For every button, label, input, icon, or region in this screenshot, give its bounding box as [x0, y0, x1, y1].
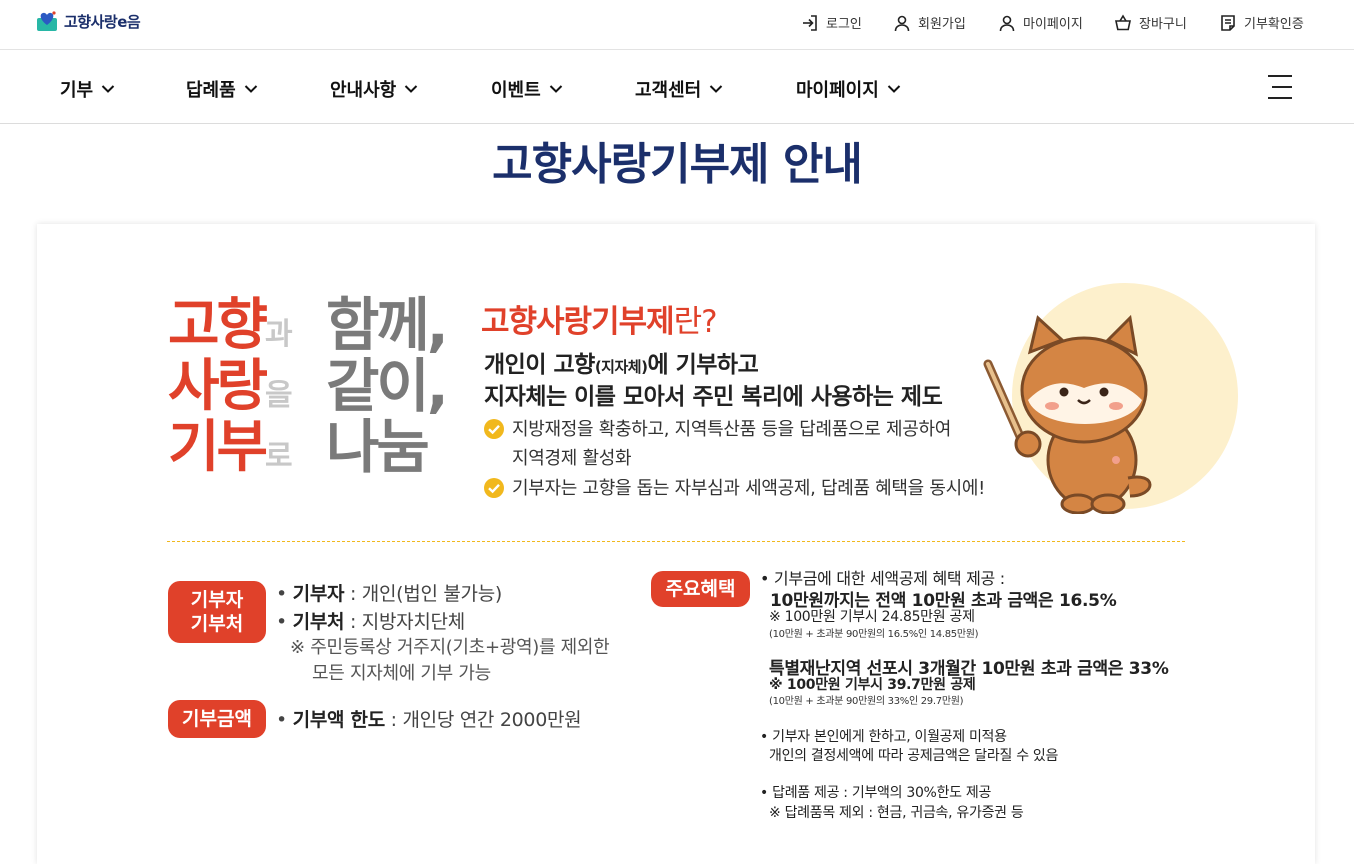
check-circle-icon [484, 419, 504, 439]
benefit-2-small: (10만원 + 초과분 90만원의 33%인 29.7만원) [769, 696, 964, 707]
mypage-label: 마이페이지 [1023, 17, 1083, 32]
mypage-link[interactable]: 마이페이지 [998, 13, 1083, 32]
nav-item-label: 고객센터 [635, 80, 702, 101]
menu-icon[interactable] [1266, 73, 1294, 101]
intro-bullet-1: 지방재정을 확충하고, 지역특산품 등을 답례품으로 제공하여 지역경제 활성화 [484, 415, 951, 473]
slogan-line-1: 고향과 [168, 293, 293, 358]
signup-label: 회원가입 [918, 17, 966, 32]
user-icon [894, 15, 910, 31]
benefit-2-note: ※ 100만원 기부시 39.7만원 공제 [769, 677, 976, 693]
intro-question: 고향사랑기부제란? [481, 304, 718, 340]
slogan-line-2-end: 같이, [326, 352, 449, 420]
login-icon [803, 14, 817, 31]
slogan-line-3: 기부로 [168, 415, 293, 480]
cart-label: 장바구니 [1139, 17, 1187, 32]
nav-item-support[interactable]: 고객센터 [635, 76, 723, 102]
nav-item-gifts[interactable]: 답례품 [186, 76, 258, 102]
slogan-line-3-end: 나눔 [326, 413, 430, 481]
nav-item-label: 이벤트 [491, 80, 541, 101]
nav-item-label: 안내사항 [330, 80, 397, 101]
chevron-down-icon [244, 85, 257, 93]
logo-text: 고향사랑e음 [64, 12, 141, 31]
slogan-line-1-end: 함께, [326, 291, 449, 359]
nav-item-label: 마이페이지 [796, 80, 879, 101]
chevron-down-icon [710, 85, 723, 93]
amount-badge: 기부금액 [168, 700, 266, 738]
cat-mascot-illustration [983, 283, 1238, 514]
chevron-down-icon [887, 85, 901, 93]
slogan-line-2: 사랑을 [168, 354, 293, 419]
page-title: 고향사랑기부제 안내 [492, 139, 863, 190]
signup-link[interactable]: 회원가입 [893, 13, 966, 32]
nav-item-label: 기부 [60, 80, 94, 101]
chevron-down-icon [549, 85, 562, 93]
benefit-1-small: (10만원 + 초과분 90만원의 16.5%인 14.85만원) [769, 629, 979, 640]
user-icon [999, 15, 1015, 31]
site-logo[interactable]: 고향사랑e음 [36, 10, 141, 32]
basket-icon [1115, 13, 1131, 30]
intro-line-1: 개인이 고향(지자체)에 기부하고 [484, 352, 759, 378]
recipient-row: • 기부처 : 지방자치단체 [276, 611, 465, 633]
certificate-link[interactable]: 기부확인증 [1219, 13, 1304, 32]
logo-heart-icon [37, 11, 57, 31]
benefit-1-note: ※ 100만원 기부시 24.85만원 공제 [769, 609, 975, 625]
nav-item-donation[interactable]: 기부 [60, 76, 115, 102]
residence-note: ※ 주민등록상 거주지(기초+광역)를 제외한 모든 지자체에 기부 가능 [290, 637, 610, 684]
intro-line-2: 지자체는 이를 모아서 주민 복리에 사용하는 제도 [484, 384, 943, 410]
main-nav: 기부 답례품 안내사항 이벤트 고객센터 마이페이지 [0, 51, 1354, 124]
check-circle-icon [484, 478, 504, 498]
login-label: 로그인 [826, 17, 862, 32]
chevron-down-icon [405, 85, 418, 93]
benefit-4-line-2: ※ 답례품목 제외 : 현금, 귀금속, 유가증권 등 [769, 805, 1024, 821]
nav-item-event[interactable]: 이벤트 [491, 76, 563, 102]
cart-link[interactable]: 장바구니 [1114, 13, 1187, 32]
donor-row: • 기부자 : 개인(법인 불가능) [276, 583, 503, 605]
amount-row: • 기부액 한도 : 개인당 연간 2000만원 [276, 709, 582, 731]
benefits-badge: 주요혜택 [651, 571, 750, 607]
nav-item-notice[interactable]: 안내사항 [330, 76, 418, 102]
benefit-4-line-1: • 답례품 제공 : 기부액의 30%한도 제공 [760, 785, 992, 801]
certificate-label: 기부확인증 [1244, 17, 1304, 32]
intro-bullet-2: 기부자는 고향을 돕는 자부심과 세액공제, 답례품 혜택을 동시에! [484, 474, 985, 503]
document-icon [1221, 14, 1235, 31]
utility-bar: 고향사랑e음 로그인 회원가입 마이페이지 장바구니 기부확인증 [0, 0, 1354, 50]
nav-item-mypage[interactable]: 마이페이지 [796, 76, 901, 102]
benefit-3-line-1: • 기부자 본인에게 한하고, 이월공제 미적용 [760, 729, 1007, 745]
nav-item-label: 답례품 [186, 80, 236, 101]
section-divider [167, 541, 1185, 542]
benefit-3-line-2: 개인의 결정세액에 따라 공제금액은 달라질 수 있음 [769, 748, 1059, 764]
login-link[interactable]: 로그인 [801, 13, 862, 32]
donor-recipient-badge: 기부자 기부처 [168, 581, 266, 643]
chevron-down-icon [101, 85, 115, 93]
